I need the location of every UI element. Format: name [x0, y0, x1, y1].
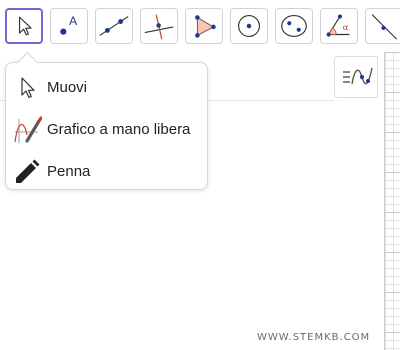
menu-item-label: Grafico a mano libera — [47, 121, 191, 138]
angle-tool-button[interactable]: α — [320, 8, 358, 44]
line-tool-button[interactable] — [95, 8, 133, 44]
point-tool-button[interactable]: A — [50, 8, 88, 44]
geogebra-app: A α WWW.STEMKB.COM Muovi Grafico a mano … — [0, 0, 400, 350]
menu-item-pen[interactable]: Penna — [6, 151, 207, 191]
menu-item-label: Penna — [47, 163, 91, 180]
svg-text:A: A — [69, 14, 78, 28]
perpendicular-line-icon — [144, 14, 174, 40]
toolbar: A α — [0, 0, 400, 52]
arrow-cursor-icon — [18, 16, 32, 36]
point-a-icon: A — [60, 14, 78, 35]
tool-submenu-popup: Muovi Grafico a mano libera Penna — [5, 51, 208, 191]
reflect-line-icon — [371, 14, 398, 40]
style-bar-toggle-button[interactable] — [334, 56, 378, 98]
graphics-grid — [384, 52, 400, 350]
arrow-cursor-icon — [21, 77, 35, 99]
circle-center-icon — [238, 15, 260, 37]
svg-text:α: α — [343, 23, 349, 33]
menu-item-freehand-graph[interactable]: Grafico a mano libera — [6, 109, 207, 149]
menu-item-label: Muovi — [47, 79, 88, 96]
freehand-graph-icon — [14, 116, 42, 143]
ellipse-icon — [281, 15, 307, 37]
watermark-text: WWW.STEMKB.COM — [257, 332, 371, 343]
polygon-tool-button[interactable] — [185, 8, 223, 44]
conic-tool-button[interactable] — [275, 8, 313, 44]
move-tool-button[interactable] — [5, 8, 43, 44]
triangle-polygon-icon — [195, 15, 216, 38]
perpendicular-line-tool-button[interactable] — [140, 8, 178, 44]
menu-item-move[interactable]: Muovi — [6, 67, 207, 107]
reflect-tool-button[interactable] — [365, 8, 400, 44]
circle-center-tool-button[interactable] — [230, 8, 268, 44]
line-through-points-icon — [99, 16, 129, 36]
style-bar-graph-icon — [343, 67, 373, 85]
angle-alpha-icon: α — [326, 14, 350, 37]
pen-icon — [16, 159, 40, 183]
